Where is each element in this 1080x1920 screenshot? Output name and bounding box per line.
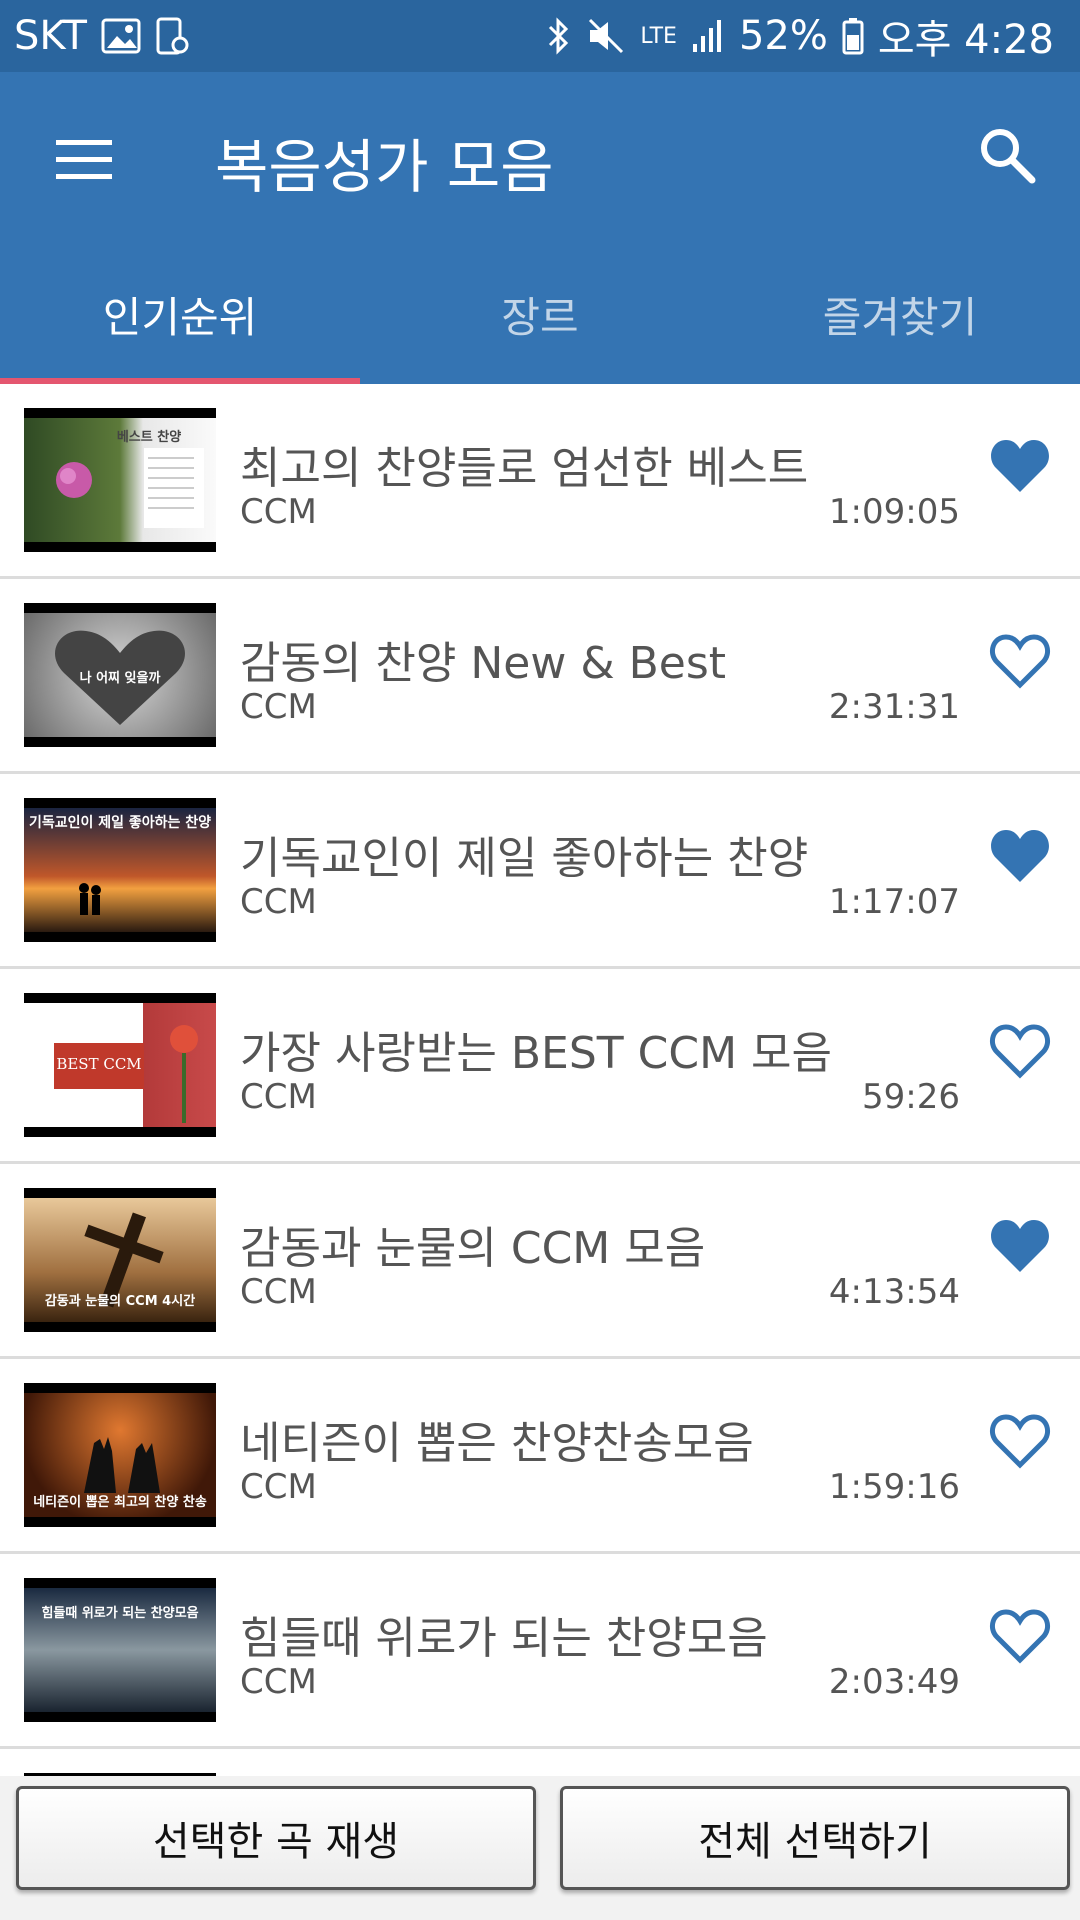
heart-filled-icon [991, 830, 1049, 882]
tab-bar: 인기순위 장르 즐겨찾기 [0, 272, 1080, 384]
list-item[interactable]: 힘들때 위로가 되는 찬양모음 힘들때 위로가 되는 찬양모음 CCM 2:03… [0, 1554, 1080, 1749]
hamburger-icon [56, 140, 112, 179]
item-genre: CCM [240, 882, 317, 922]
tab-popular[interactable]: 인기순위 [0, 272, 360, 384]
item-genre: CCM [240, 1272, 317, 1312]
bottom-action-bar: 선택한 곡 재생 전체 선택하기 [0, 1776, 1080, 1920]
signal-icon [691, 18, 725, 54]
list-item[interactable]: 베스트 찬양 최고의 찬양들로 엄선한 베스트 CCM 1:09:05 [0, 384, 1080, 579]
thumbnail-caption: 네티즌이 뽑은 최고의 찬양 찬송 [33, 1495, 207, 1510]
item-duration: 1:09:05 [828, 492, 960, 532]
thumbnail-caption: 힘들때 위로가 되는 찬양모음 [41, 1606, 199, 1621]
select-all-button[interactable]: 전체 선택하기 [560, 1786, 1070, 1890]
thumbnail: BEST CCM [24, 993, 216, 1137]
thumbnail: 네티즌이 뽑은 최고의 찬양 찬송 [24, 1383, 216, 1527]
favorite-button[interactable] [988, 1216, 1052, 1276]
thumbnail-caption: 베스트 찬양 [116, 430, 182, 445]
screenshot-icon [155, 16, 189, 56]
heart-filled-icon [991, 1220, 1049, 1272]
list-item[interactable]: 감동과 눈물의 CCM 4시간 감동과 눈물의 CCM 모음 CCM 4:13:… [0, 1164, 1080, 1359]
item-duration: 59:26 [862, 1077, 960, 1117]
thumbnail: 힘들때 위로가 되는 찬양모음 [24, 1578, 216, 1722]
item-duration: 1:59:16 [828, 1467, 960, 1507]
page-title: 복음성가 모음 [215, 133, 554, 201]
mute-icon [586, 16, 626, 56]
item-title: 감동과 눈물의 CCM 모음 [240, 1223, 706, 1274]
item-genre: CCM [240, 1467, 317, 1507]
favorite-button[interactable] [988, 631, 1052, 691]
thumbnail-caption: 나 어찌 잊을까 [79, 671, 161, 686]
item-title: 힘들때 위로가 되는 찬양모음 [240, 1613, 768, 1664]
thumbnail-caption: 감동과 눈물의 CCM 4시간 [44, 1294, 196, 1309]
tab-favorites[interactable]: 즐겨찾기 [720, 272, 1080, 384]
thumbnail: 감동과 눈물의 CCM 4시간 [24, 1188, 216, 1332]
favorite-button[interactable] [988, 1411, 1052, 1471]
thumbnail-caption: 기독교인이 제일 좋아하는 찬양 [28, 815, 212, 831]
battery-icon [842, 17, 864, 55]
heart-outline-icon [989, 1414, 1051, 1469]
favorite-button[interactable] [988, 1606, 1052, 1666]
item-genre: CCM [240, 1077, 317, 1117]
battery-percent: 52% [738, 13, 828, 59]
item-duration: 1:17:07 [828, 882, 960, 922]
favorite-button[interactable] [988, 436, 1052, 496]
app-bar: 복음성가 모음 인기순위 장르 즐겨찾기 [0, 72, 1080, 384]
thumbnail: 기독교인이 제일 좋아하는 찬양 [24, 798, 216, 942]
search-icon [981, 129, 1036, 184]
list-item[interactable]: BEST CCM 가장 사랑받는 BEST CCM 모음 CCM 59:26 [0, 969, 1080, 1164]
search-button[interactable] [976, 124, 1040, 188]
thumbnail: 나 어찌 잊을까 [24, 603, 216, 747]
item-genre: CCM [240, 492, 317, 532]
item-duration: 2:03:49 [828, 1662, 960, 1702]
thumbnail: 베스트 찬양 [24, 408, 216, 552]
item-title: 감동의 찬양 New & Best [240, 638, 727, 689]
item-duration: 2:31:31 [828, 687, 960, 727]
clock: 오후 4:28 [877, 17, 1054, 63]
menu-button[interactable] [56, 132, 112, 188]
favorite-button[interactable] [988, 826, 1052, 886]
favorite-button[interactable] [988, 1021, 1052, 1081]
network-label: LTE [640, 23, 677, 49]
heart-outline-icon [989, 1024, 1051, 1079]
item-genre: CCM [240, 1662, 317, 1702]
item-title: 네티즌이 뽑은 찬양찬송모음 [240, 1418, 754, 1469]
item-duration: 4:13:54 [828, 1272, 960, 1312]
list-item[interactable]: 나 어찌 잊을까 감동의 찬양 New & Best CCM 2:31:31 [0, 579, 1080, 774]
item-title: 최고의 찬양들로 엄선한 베스트 [240, 443, 809, 494]
item-title: 가장 사랑받는 BEST CCM 모음 [240, 1028, 832, 1079]
heart-outline-icon [989, 634, 1051, 689]
bluetooth-icon [546, 16, 572, 56]
image-icon [101, 18, 141, 54]
item-title: 기독교인이 제일 좋아하는 찬양 [240, 833, 809, 884]
playlist-list: 베스트 찬양 최고의 찬양들로 엄선한 베스트 CCM 1:09:05 나 어찌… [0, 384, 1080, 1869]
play-selected-button[interactable]: 선택한 곡 재생 [16, 1786, 536, 1890]
thumbnail-caption: BEST CCM [56, 1055, 142, 1073]
status-bar: SKT LTE 52% 오후 4:28 [0, 0, 1080, 72]
carrier-label: SKT [14, 13, 87, 59]
item-genre: CCM [240, 687, 317, 727]
heart-filled-icon [991, 440, 1049, 492]
heart-outline-icon [989, 1609, 1051, 1664]
list-item[interactable]: 기독교인이 제일 좋아하는 찬양 기독교인이 제일 좋아하는 찬양 CCM 1:… [0, 774, 1080, 969]
tab-genre[interactable]: 장르 [360, 272, 720, 384]
list-item[interactable]: 네티즌이 뽑은 최고의 찬양 찬송 네티즌이 뽑은 찬양찬송모음 CCM 1:5… [0, 1359, 1080, 1554]
